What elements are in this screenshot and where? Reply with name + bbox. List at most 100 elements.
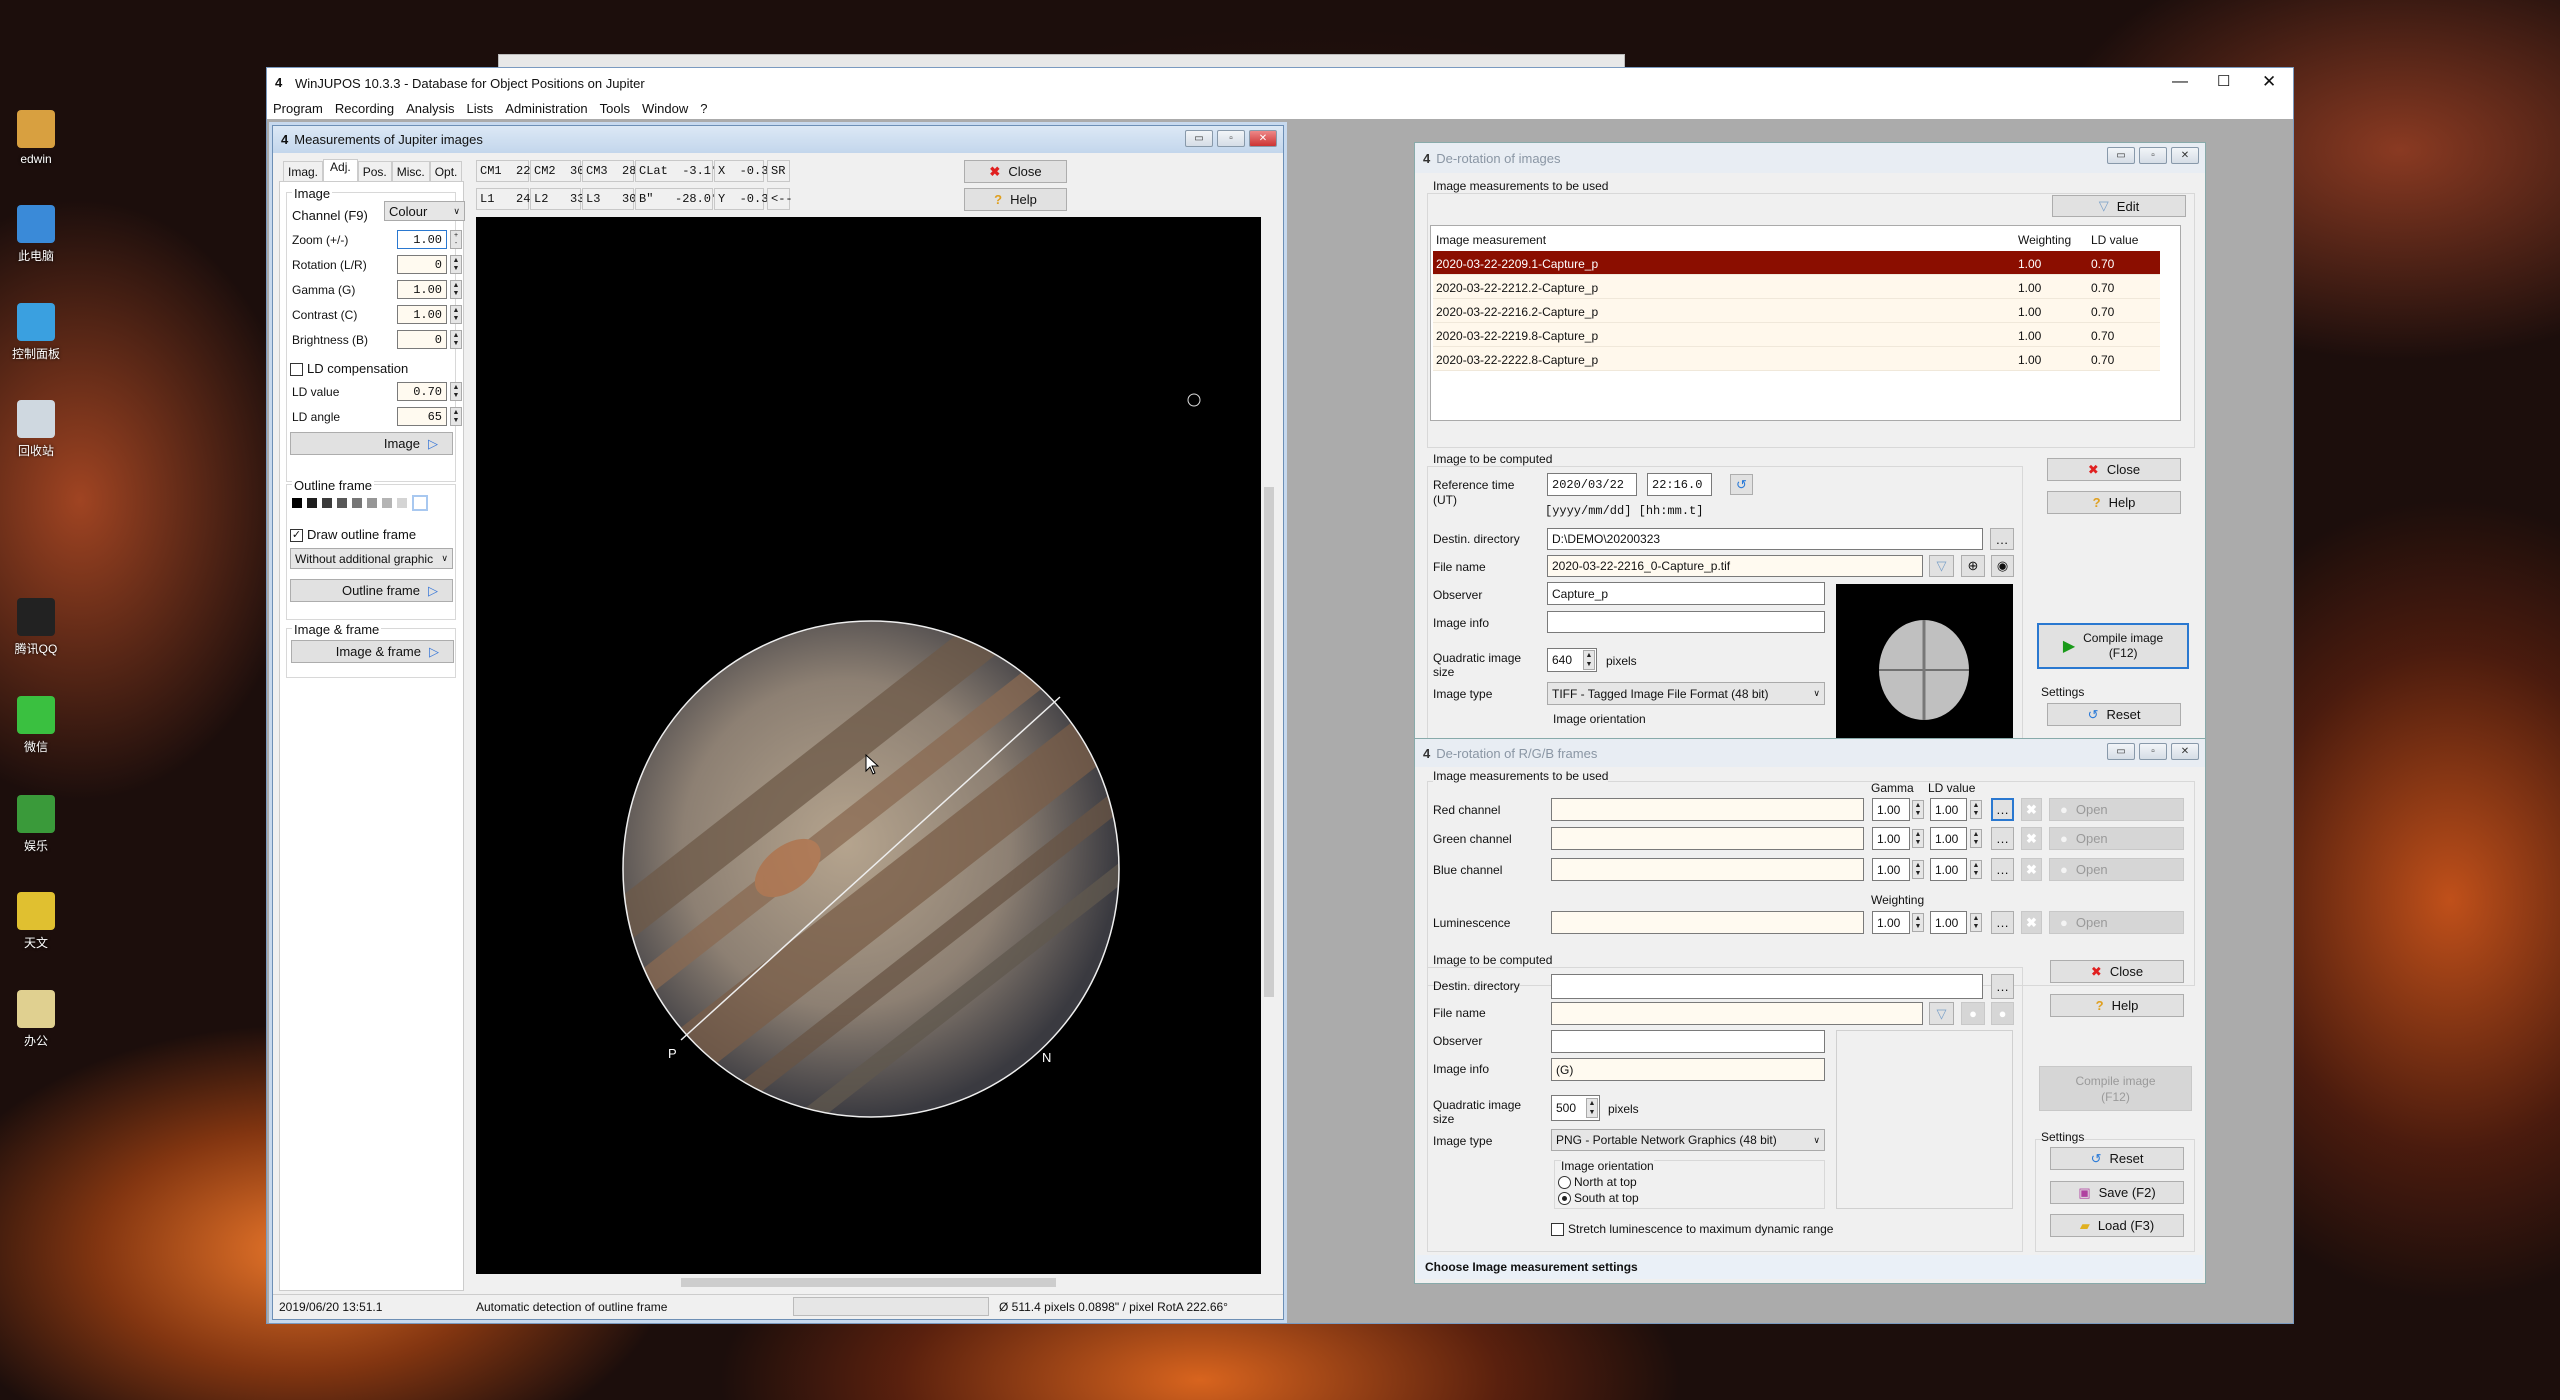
menu-item[interactable]: Window: [642, 101, 688, 116]
desktop-icon[interactable]: 回收站: [0, 400, 72, 459]
size-spinner[interactable]: ▲ ▼: [1583, 650, 1595, 670]
color-swatch[interactable]: [382, 498, 392, 508]
browse-button[interactable]: …: [1991, 798, 2014, 821]
clear-button[interactable]: ✖: [2021, 911, 2042, 934]
table-row[interactable]: 2020-03-22-2216.2-Capture_p 1.00 0.70: [1433, 299, 2160, 323]
desktop-icon[interactable]: edwin: [0, 110, 72, 166]
ld-spinner[interactable]: ▲ ▼: [1970, 860, 1982, 879]
compile-image-button[interactable]: ▶ Compile image (F12): [2037, 623, 2189, 669]
color-swatch[interactable]: [307, 498, 317, 508]
tab[interactable]: Pos.: [357, 161, 392, 181]
channel-file-input[interactable]: [1551, 858, 1864, 881]
close-button[interactable]: ✕: [1249, 130, 1277, 147]
column-header[interactable]: LD value: [2091, 234, 2138, 246]
stretch-luminescence-checkbox[interactable]: Stretch luminescence to maximum dynamic …: [1551, 1223, 1833, 1237]
restore-button[interactable]: ▫: [2139, 147, 2167, 164]
restore-button[interactable]: ▫: [2139, 743, 2167, 760]
maximize-button[interactable]: ☐: [2217, 74, 2230, 89]
outline-frame-button[interactable]: Outline frame ▷: [290, 579, 453, 602]
field-spinner[interactable]: ▲ ▼: [450, 382, 462, 401]
gamma-input[interactable]: 1.00: [1872, 911, 1910, 934]
desktop-icon[interactable]: 腾讯QQ: [0, 598, 72, 657]
browse-button[interactable]: …: [1991, 827, 2014, 850]
column-header[interactable]: Weighting: [2018, 234, 2071, 246]
ld-input[interactable]: 1.00: [1930, 911, 1967, 934]
image-type-select[interactable]: TIFF - Tagged Image File Format (48 bit)…: [1547, 682, 1825, 705]
ld-spinner[interactable]: ▲ ▼: [1970, 800, 1982, 819]
field-input[interactable]: 0.70: [397, 382, 447, 401]
file-options-button[interactable]: ▽: [1929, 1002, 1954, 1025]
table-row[interactable]: 2020-03-22-2212.2-Capture_p 1.00 0.70: [1433, 275, 2160, 299]
desktop-icon[interactable]: 天文: [0, 892, 72, 951]
compile-image-button[interactable]: Compile image (F12): [2039, 1066, 2192, 1111]
image-type-select[interactable]: PNG - Portable Network Graphics (48 bit)…: [1551, 1129, 1825, 1151]
channel-select[interactable]: Colour ∨: [384, 201, 465, 221]
channel-file-input[interactable]: [1551, 798, 1864, 821]
reference-date-input[interactable]: 2020/03/22: [1547, 473, 1637, 496]
clear-button[interactable]: ✖: [2021, 858, 2042, 881]
close-button[interactable]: ✖ Close: [964, 160, 1067, 183]
size-spinner[interactable]: ▲ ▼: [1586, 1098, 1598, 1118]
outline-mode-select[interactable]: Without additional graphic ∨: [290, 548, 453, 569]
tab[interactable]: Opt.: [429, 161, 463, 181]
destination-input[interactable]: [1551, 974, 1983, 999]
ld-input[interactable]: 1.00: [1930, 858, 1967, 881]
close-window-button[interactable]: ✕: [2262, 73, 2276, 90]
field-spinner[interactable]: ▲ ▼: [450, 280, 462, 299]
ld-spinner[interactable]: ▲ ▼: [1970, 829, 1982, 848]
close-button[interactable]: ✖ Close: [2047, 458, 2181, 481]
minimize-button[interactable]: ▭: [2107, 743, 2135, 760]
field-input[interactable]: 65: [397, 407, 447, 426]
close-button[interactable]: ✖ Close: [2050, 960, 2184, 983]
channel-file-input[interactable]: [1551, 911, 1864, 934]
ld-spinner[interactable]: ▲ ▼: [1970, 913, 1982, 932]
menu-item[interactable]: Analysis: [406, 101, 454, 116]
gamma-spinner[interactable]: ▲ ▼: [1912, 860, 1924, 879]
field-input[interactable]: 1.00: [397, 280, 447, 299]
browse-button[interactable]: …: [1991, 911, 2014, 934]
open-button[interactable]: ● Open: [2049, 858, 2184, 881]
desktop-icon[interactable]: 控制面板: [0, 303, 72, 362]
restore-button[interactable]: ▫: [1217, 130, 1245, 147]
observer-input[interactable]: Capture_p: [1547, 582, 1825, 605]
vertical-scrollbar[interactable]: [1261, 217, 1277, 1274]
color-swatch[interactable]: [322, 498, 332, 508]
minimize-button[interactable]: —: [2172, 74, 2188, 90]
channel-file-input[interactable]: [1551, 827, 1864, 850]
reset-button[interactable]: ↺ Reset: [2047, 703, 2181, 726]
gamma-input[interactable]: 1.00: [1872, 798, 1910, 821]
table-row[interactable]: 2020-03-22-2222.8-Capture_p 1.00 0.70: [1433, 347, 2160, 371]
column-header[interactable]: Image measurement: [1436, 234, 1546, 246]
south-at-top-radio[interactable]: South at top: [1558, 1192, 1639, 1206]
color-swatch[interactable]: [352, 498, 362, 508]
target-button[interactable]: ⊕: [1961, 555, 1985, 577]
image-canvas[interactable]: P N: [476, 217, 1261, 1274]
field-spinner[interactable]: ▲ ▼: [450, 407, 462, 426]
color-swatch[interactable]: [367, 498, 377, 508]
color-swatch[interactable]: [292, 498, 302, 508]
menu-item[interactable]: Lists: [467, 101, 494, 116]
destination-input[interactable]: D:\DEMO\20200323: [1547, 528, 1983, 550]
desktop-icon[interactable]: 娱乐: [0, 795, 72, 854]
desktop-icon[interactable]: 此电脑: [0, 205, 72, 264]
help-button[interactable]: ? Help: [964, 188, 1067, 211]
target-button[interactable]: ●: [1961, 1002, 1985, 1025]
menu-item[interactable]: Recording: [335, 101, 394, 116]
field-spinner[interactable]: ▲ ▼: [450, 255, 462, 274]
field-spinner[interactable]: + -: [450, 230, 462, 249]
open-button[interactable]: ● Open: [2049, 827, 2184, 850]
close-button[interactable]: ✕: [2171, 743, 2199, 760]
field-input[interactable]: 0: [397, 255, 447, 274]
file-name-input[interactable]: [1551, 1002, 1923, 1025]
gamma-spinner[interactable]: ▲ ▼: [1912, 913, 1924, 932]
tab[interactable]: Misc.: [391, 161, 430, 181]
field-input[interactable]: 1.00: [397, 305, 447, 324]
color-swatch[interactable]: [337, 498, 347, 508]
table-row[interactable]: 2020-03-22-2209.1-Capture_p 1.00 0.70: [1433, 251, 2160, 275]
table-row[interactable]: 2020-03-22-2219.8-Capture_p 1.00 0.70: [1433, 323, 2160, 347]
ld-input[interactable]: 1.00: [1930, 798, 1967, 821]
help-button[interactable]: ? Help: [2050, 994, 2184, 1017]
menu-item[interactable]: ?: [700, 101, 707, 116]
preview-button[interactable]: ●: [1991, 1002, 2014, 1025]
tab[interactable]: Imag.: [283, 161, 324, 181]
